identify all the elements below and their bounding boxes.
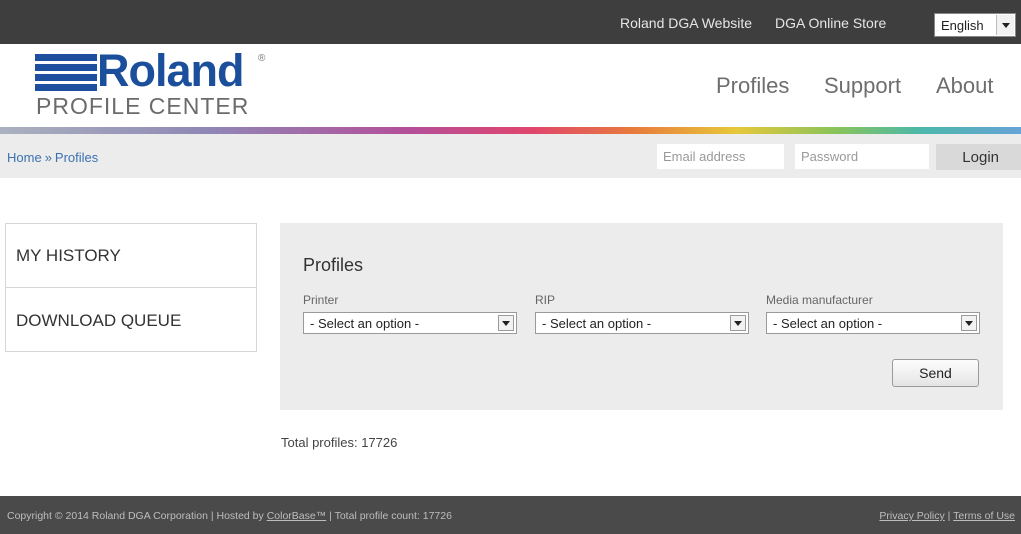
logo-registered-mark: ® <box>258 53 266 64</box>
logo-stripe <box>35 84 97 91</box>
chevron-down-icon <box>498 315 514 331</box>
printer-label: Printer <box>303 293 339 307</box>
chevron-down-icon <box>730 315 746 331</box>
nav-about[interactable]: About <box>936 73 994 99</box>
language-select[interactable]: English <box>934 13 1016 37</box>
breadcrumb: Home» Profiles <box>7 150 98 165</box>
total-profiles-count: Total profiles: 17726 <box>281 435 398 450</box>
copyright-text: Copyright © 2014 Roland DGA Corporation … <box>7 510 267 522</box>
email-field[interactable] <box>657 144 784 169</box>
chevron-down-icon <box>961 315 977 331</box>
printer-select-value: - Select an option - <box>310 316 420 331</box>
rip-label: RIP <box>535 293 556 307</box>
nav-profiles[interactable]: Profiles <box>716 73 789 99</box>
dga-online-store-link[interactable]: DGA Online Store <box>775 15 886 31</box>
chevron-down-icon <box>996 15 1014 35</box>
top-utility-bar: Roland DGA Website DGA Online Store Engl… <box>0 0 1021 44</box>
password-field[interactable] <box>795 144 929 169</box>
printer-select[interactable]: - Select an option - <box>303 312 517 334</box>
breadcrumb-login-bar: Home»Profiles Login <box>0 134 1021 178</box>
panel-title: Profiles <box>303 255 364 275</box>
breadcrumb-home-link[interactable]: Home <box>7 150 42 165</box>
rip-select-value: - Select an option - <box>542 316 652 331</box>
nav-support[interactable]: Support <box>824 73 901 99</box>
breadcrumb-current[interactable]: Profiles <box>55 150 98 165</box>
language-select-value: English <box>941 18 984 33</box>
footer-divider: | <box>944 510 954 522</box>
breadcrumb-separator: » <box>44 150 52 165</box>
logo-stripe <box>35 64 97 71</box>
roland-dga-website-link[interactable]: Roland DGA Website <box>620 15 752 31</box>
logo-wordmark: Roland <box>97 45 244 96</box>
profiles-filter-panel: Profiles Printer - Select an option - RI… <box>280 223 1003 410</box>
logo-stripe <box>35 54 97 61</box>
footer: Copyright © 2014 Roland DGA Corporation … <box>0 496 1021 534</box>
rip-select[interactable]: - Select an option - <box>535 312 749 334</box>
footer-copyright: Copyright © 2014 Roland DGA Corporation … <box>7 510 452 522</box>
sidebar-item-download-queue[interactable]: DOWNLOAD QUEUE <box>6 288 256 352</box>
rainbow-divider <box>0 127 1021 134</box>
send-button[interactable]: Send <box>892 359 979 387</box>
colorbase-link[interactable]: ColorBase™ <box>267 510 327 522</box>
footer-links: Privacy Policy | Terms of Use <box>879 510 1015 522</box>
terms-of-use-link[interactable]: Terms of Use <box>953 510 1015 522</box>
privacy-policy-link[interactable]: Privacy Policy <box>879 510 944 522</box>
sidebar-item-my-history[interactable]: MY HISTORY <box>6 224 256 288</box>
logo-subtitle: PROFILE CENTER <box>36 93 250 119</box>
media-manufacturer-select-value: - Select an option - <box>773 316 883 331</box>
sidebar: MY HISTORY DOWNLOAD QUEUE <box>5 223 257 352</box>
logo-stripe <box>35 74 97 81</box>
profile-count-text: | Total profile count: 17726 <box>326 510 452 522</box>
login-button[interactable]: Login <box>936 144 1021 170</box>
media-manufacturer-select[interactable]: - Select an option - <box>766 312 980 334</box>
media-manufacturer-label: Media manufacturer <box>766 293 873 307</box>
